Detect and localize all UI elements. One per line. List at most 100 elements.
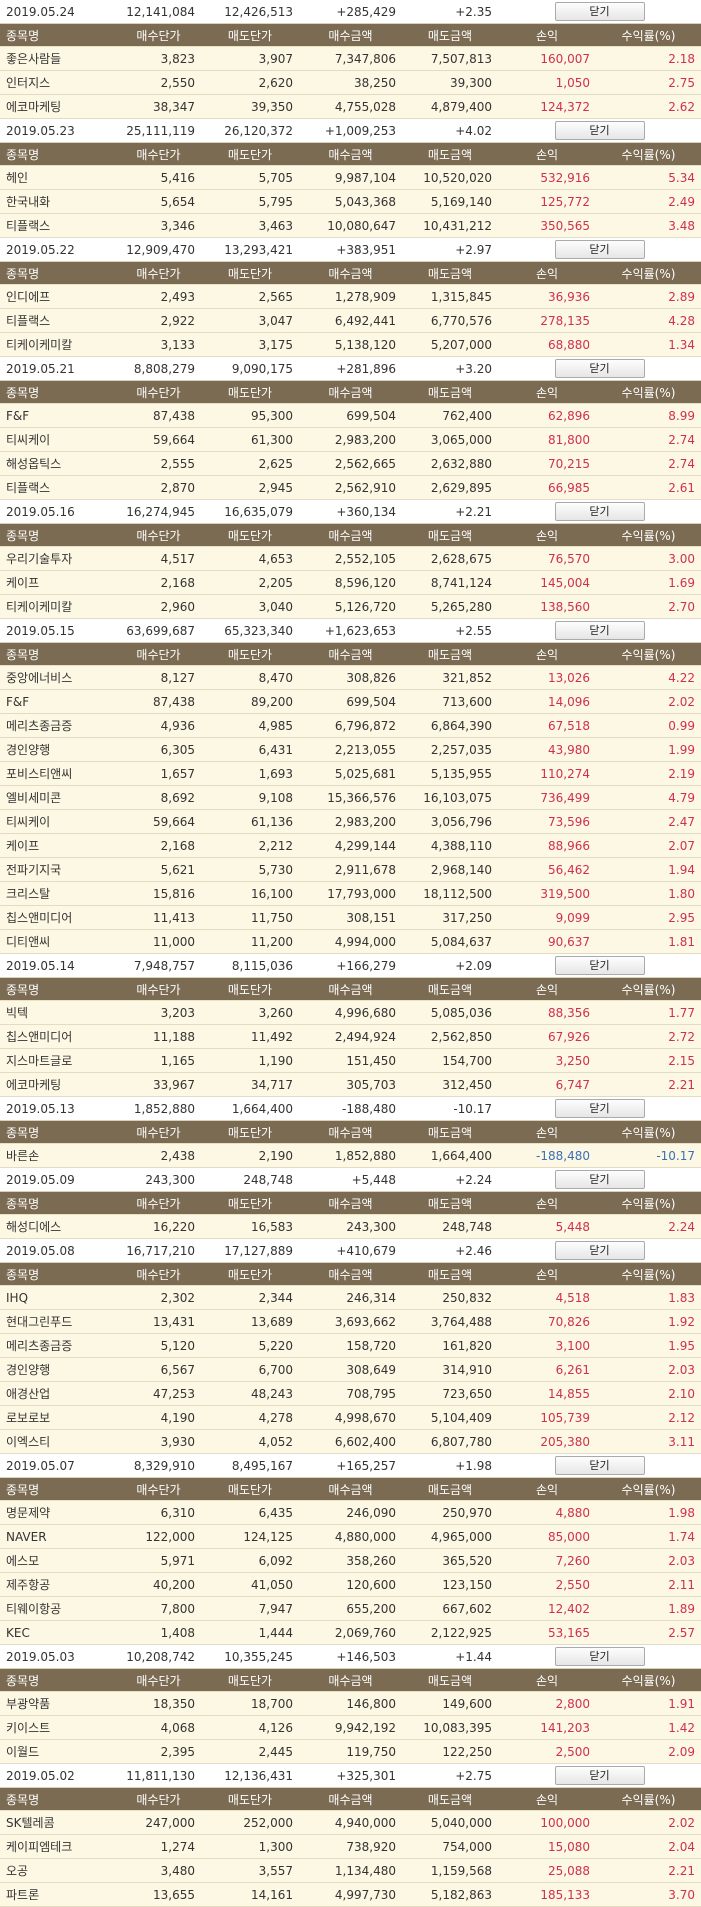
close-button[interactable]: 닫기	[554, 2, 645, 21]
total-profit: +146,503	[299, 1644, 402, 1669]
date-summary-row: 2019.05.24 12,141,084 12,426,513 +285,429 +2…	[0, 0, 701, 24]
buy-price: 40,200	[116, 1572, 201, 1597]
buy-amount: 708,795	[299, 1381, 402, 1406]
sell-price: 3,907	[201, 46, 299, 71]
sell-amount: 250,970	[402, 1500, 498, 1525]
table-row: 경인양행 6,305 6,431 2,213,055 2,257,035 43,980 1.…	[0, 737, 701, 762]
total-profit: +5,448	[299, 1167, 402, 1192]
table-row: 한국내화 5,654 5,795 5,043,368 5,169,140 125,772 2…	[0, 189, 701, 214]
buy-amount: 2,494,924	[299, 1024, 402, 1049]
date-summary-row: 2019.05.15 63,699,687 65,323,340 +1,623,653…	[0, 618, 701, 643]
return-rate: 1.83	[596, 1285, 701, 1310]
column-header: 종목명	[0, 23, 116, 47]
buy-amount: 358,260	[299, 1548, 402, 1573]
profit: 88,966	[498, 833, 596, 858]
close-button[interactable]: 닫기	[554, 359, 645, 378]
sell-total: 12,136,431	[201, 1763, 299, 1788]
profit: 14,096	[498, 689, 596, 714]
profit: 6,261	[498, 1357, 596, 1382]
stock-name: F&F	[0, 403, 116, 428]
column-header: 종목명	[0, 977, 116, 1001]
close-button[interactable]: 닫기	[554, 1456, 645, 1475]
sell-amount: 2,562,850	[402, 1024, 498, 1049]
buy-price: 2,550	[116, 70, 201, 95]
return-rate: 1.94	[596, 857, 701, 882]
stock-name: 포비스티앤씨	[0, 761, 116, 786]
buy-amount: 120,600	[299, 1572, 402, 1597]
sell-amount: 16,103,075	[402, 785, 498, 810]
buy-amount: 4,996,680	[299, 1000, 402, 1025]
sell-price: 6,431	[201, 737, 299, 762]
buy-price: 2,555	[116, 451, 201, 476]
return-rate: 2.74	[596, 427, 701, 452]
close-cell: 닫기	[498, 1096, 701, 1121]
profit: 4,518	[498, 1285, 596, 1310]
return-rate: 2.57	[596, 1620, 701, 1645]
buy-total: 8,329,910	[116, 1453, 201, 1478]
profit: 13,026	[498, 665, 596, 690]
close-button[interactable]: 닫기	[554, 1766, 645, 1785]
profit: 319,500	[498, 881, 596, 906]
close-button[interactable]: 닫기	[554, 502, 645, 521]
buy-price: 18,350	[116, 1691, 201, 1716]
column-header: 손익	[498, 1668, 596, 1692]
date-summary-row: 2019.05.02 11,811,130 12,136,431 +325,301 +2…	[0, 1763, 701, 1788]
column-header-row: 종목명 매수단가 매도단가 매수금액 매도금액 손익 수익률(%)	[0, 977, 701, 1001]
close-cell: 닫기	[498, 1453, 701, 1478]
buy-amount: 738,920	[299, 1834, 402, 1859]
total-profit: +383,951	[299, 237, 402, 262]
column-header: 매수단가	[116, 23, 201, 47]
return-rate: 2.21	[596, 1072, 701, 1097]
column-header-row: 종목명 매수단가 매도단가 매수금액 매도금액 손익 수익률(%)	[0, 1477, 701, 1501]
close-button[interactable]: 닫기	[554, 956, 645, 975]
stock-name: 크리스탈	[0, 881, 116, 906]
sell-total: 16,635,079	[201, 499, 299, 524]
column-header-row: 종목명 매수단가 매도단가 매수금액 매도금액 손익 수익률(%)	[0, 1120, 701, 1144]
sell-total: 1,664,400	[201, 1096, 299, 1121]
buy-total: 63,699,687	[116, 618, 201, 643]
sell-price: 18,700	[201, 1691, 299, 1716]
column-header-row: 종목명 매수단가 매도단가 매수금액 매도금액 손익 수익률(%)	[0, 23, 701, 47]
buy-amount: 1,852,880	[299, 1143, 402, 1168]
profit: 62,896	[498, 403, 596, 428]
stock-name: 인디에프	[0, 284, 116, 309]
sell-price: 34,717	[201, 1072, 299, 1097]
buy-amount: 1,134,480	[299, 1858, 402, 1883]
close-button[interactable]: 닫기	[554, 1170, 645, 1189]
buy-amount: 9,987,104	[299, 165, 402, 190]
return-rate: 2.49	[596, 189, 701, 214]
close-button[interactable]: 닫기	[554, 1241, 645, 1260]
profit: 110,274	[498, 761, 596, 786]
date-summary-row: 2019.05.09 243,300 248,748 +5,448 +2.24 닫기	[0, 1167, 701, 1192]
table-row: 명문제약 6,310 6,435 246,090 250,970 4,880 1.98	[0, 1500, 701, 1525]
sell-price: 9,108	[201, 785, 299, 810]
stock-name: SK텔레콤	[0, 1810, 116, 1835]
stock-name: 바른손	[0, 1143, 116, 1168]
buy-amount: 2,983,200	[299, 809, 402, 834]
buy-amount: 4,755,028	[299, 94, 402, 119]
total-rate: +2.35	[402, 0, 498, 24]
column-header: 종목명	[0, 1191, 116, 1215]
table-row: 현대그린푸드 13,431 13,689 3,693,662 3,764,488 70,8…	[0, 1309, 701, 1334]
sell-price: 61,136	[201, 809, 299, 834]
close-button[interactable]: 닫기	[554, 121, 645, 140]
close-button[interactable]: 닫기	[554, 1099, 645, 1118]
return-rate: 2.74	[596, 451, 701, 476]
profit: 67,518	[498, 713, 596, 738]
return-rate: 8.99	[596, 403, 701, 428]
trade-date: 2019.05.02	[0, 1763, 116, 1788]
close-button[interactable]: 닫기	[554, 240, 645, 259]
column-header: 매수단가	[116, 642, 201, 666]
buy-amount: 243,300	[299, 1214, 402, 1239]
column-header: 매도단가	[201, 1262, 299, 1286]
sell-amount: 161,820	[402, 1333, 498, 1358]
close-button[interactable]: 닫기	[554, 621, 645, 640]
buy-amount: 6,796,872	[299, 713, 402, 738]
close-button[interactable]: 닫기	[554, 1647, 645, 1666]
sell-amount: 10,520,020	[402, 165, 498, 190]
column-header: 매도금액	[402, 261, 498, 285]
return-rate: 2.62	[596, 94, 701, 119]
stock-name: 한국내화	[0, 189, 116, 214]
stock-name: 티케이케미칼	[0, 332, 116, 357]
sell-amount: 1,664,400	[402, 1143, 498, 1168]
